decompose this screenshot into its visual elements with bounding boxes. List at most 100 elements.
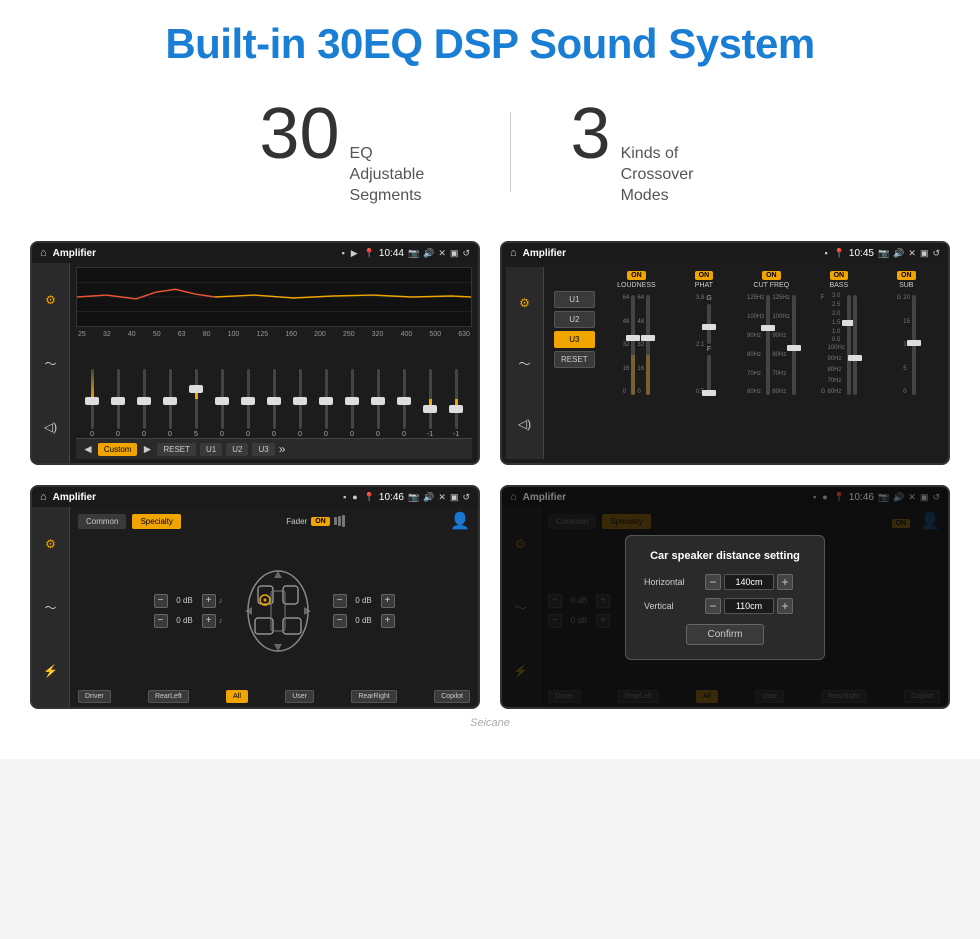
common-tab[interactable]: Common xyxy=(78,514,126,529)
slider-1[interactable]: 0 xyxy=(80,369,104,438)
horizontal-label: Horizontal xyxy=(644,577,699,587)
u1-preset[interactable]: U1 xyxy=(554,291,595,308)
screen3-sidebar: ⚙ 〜 ⚡ xyxy=(32,507,70,707)
next-arrow[interactable]: ► xyxy=(141,442,153,456)
loudness-label: LOUDNESS xyxy=(617,282,656,289)
home-icon2[interactable]: ⌂ xyxy=(510,247,517,259)
vertical-label: Vertical xyxy=(644,601,699,611)
wave-icon2[interactable]: 〜 xyxy=(518,355,530,372)
more-arrow[interactable]: » xyxy=(279,442,286,456)
u2-btn[interactable]: U2 xyxy=(226,443,248,456)
speaker-icon2[interactable]: ◁) xyxy=(518,417,531,431)
fader-on: ON xyxy=(311,517,330,526)
back-icon3[interactable]: ↺ xyxy=(462,492,470,503)
specialty-tab[interactable]: Specialty xyxy=(132,514,180,529)
minus-btn-br[interactable]: − xyxy=(333,614,347,628)
horizontal-input-group: − 140cm + xyxy=(705,574,793,590)
sub-channel: ON SUB G 20 15 10 xyxy=(875,271,938,395)
db-row-topleft: − 0 dB + ♪ xyxy=(154,594,223,608)
pin-icon: 📍 xyxy=(364,248,375,259)
rearleft-btn[interactable]: RearLeft xyxy=(148,690,189,703)
u3-preset[interactable]: U3 xyxy=(554,331,595,348)
pin-icon2: 📍 xyxy=(834,248,845,259)
volume-icon2: 🔊 xyxy=(893,248,904,259)
close-icon: ✕ xyxy=(438,248,446,259)
db-row-bottomright: − 0 dB + xyxy=(333,614,395,628)
driver-btn[interactable]: Driver xyxy=(78,690,111,703)
freq-25: 25 xyxy=(78,331,86,338)
bluetooth-icon[interactable]: ⚡ xyxy=(43,664,58,678)
back-icon[interactable]: ↺ xyxy=(462,248,470,259)
window-icon3: ▣ xyxy=(450,492,459,503)
all-btn[interactable]: All xyxy=(226,690,248,703)
u1-btn[interactable]: U1 xyxy=(200,443,222,456)
plus-btn-bl[interactable]: + xyxy=(202,614,216,628)
screen3-bottom: Driver RearLeft All User RearRight Copil… xyxy=(78,690,470,703)
copilot-btn[interactable]: Copilot xyxy=(434,690,470,703)
slider-4[interactable]: 0 xyxy=(158,369,182,438)
slider-3[interactable]: 0 xyxy=(132,369,156,438)
slider-7[interactable]: 0 xyxy=(236,369,260,438)
slider-6[interactable]: 0 xyxy=(210,369,234,438)
u2-preset[interactable]: U2 xyxy=(554,311,595,328)
slider-5[interactable]: 5 xyxy=(184,369,208,438)
user-icon[interactable]: 👤 xyxy=(450,511,470,531)
camera-icon3: 📷 xyxy=(408,492,419,503)
slider-13[interactable]: 0 xyxy=(392,369,416,438)
screen2-status-icons: 📍 10:45 📷 🔊 ✕ ▣ ↺ xyxy=(834,248,940,259)
freq-125: 125 xyxy=(256,331,268,338)
screen3-body: ⚙ 〜 ⚡ Common Specialty Fader ON xyxy=(32,507,478,707)
phat-on: ON xyxy=(695,271,714,280)
screen3-statusbar: ⌂ Amplifier ▪ ● 📍 10:46 📷 🔊 ✕ ▣ ↺ xyxy=(32,487,478,507)
slider-14[interactable]: -1 xyxy=(418,369,442,438)
back-icon2[interactable]: ↺ xyxy=(932,248,940,259)
slider-11[interactable]: 0 xyxy=(340,369,364,438)
eq-icon[interactable]: ⚙ xyxy=(45,293,56,307)
minus-btn-bl[interactable]: − xyxy=(154,614,168,628)
wave-icon3[interactable]: 〜 xyxy=(44,599,56,616)
confirm-button[interactable]: Confirm xyxy=(686,624,763,645)
slider-2[interactable]: 0 xyxy=(106,369,130,438)
screen1-body: ⚙ 〜 ◁) xyxy=(32,263,478,463)
phat-label: PHAT xyxy=(695,282,713,289)
u3-btn[interactable]: U3 xyxy=(252,443,274,456)
slider-10[interactable]: 0 xyxy=(314,369,338,438)
camera-icon: 📷 xyxy=(408,248,419,259)
vertical-row: Vertical − 110cm + xyxy=(644,598,806,614)
page-wrapper: Built-in 30EQ DSP Sound System 30 EQ Adj… xyxy=(0,0,980,759)
plus-btn-tr[interactable]: + xyxy=(381,594,395,608)
plus-btn-br[interactable]: + xyxy=(381,614,395,628)
custom-btn[interactable]: Custom xyxy=(98,443,138,456)
horizontal-value: 140cm xyxy=(724,574,774,590)
slider-8[interactable]: 0 xyxy=(262,369,286,438)
minus-btn-tr[interactable]: − xyxy=(333,594,347,608)
wave-icon[interactable]: 〜 xyxy=(44,355,56,372)
db-value-bl: 0 dB xyxy=(171,616,199,625)
prev-arrow[interactable]: ◄ xyxy=(82,442,94,456)
eq-icon2[interactable]: ⚙ xyxy=(519,296,530,310)
screen4-container: ⌂ Amplifier ▪ ● 📍 10:46 📷 🔊 ✕ ▣ ↺ ⚙ xyxy=(500,485,950,709)
slider-15[interactable]: -1 xyxy=(444,369,468,438)
vertical-plus[interactable]: + xyxy=(777,598,793,614)
horizontal-plus[interactable]: + xyxy=(777,574,793,590)
horizontal-minus[interactable]: − xyxy=(705,574,721,590)
slider-9[interactable]: 0 xyxy=(288,369,312,438)
reset-preset[interactable]: RESET xyxy=(554,351,595,368)
minus-btn-tl[interactable]: − xyxy=(154,594,168,608)
vertical-minus[interactable]: − xyxy=(705,598,721,614)
camera-icon2: 📷 xyxy=(878,248,889,259)
home-icon3[interactable]: ⌂ xyxy=(40,491,47,503)
eq-icon3[interactable]: ⚙ xyxy=(45,537,56,551)
cutfreq-channel: ON CUT FREQ 125Hz 100Hz 90Hz 80Hz 70Hz xyxy=(740,271,803,395)
slider-12[interactable]: 0 xyxy=(366,369,390,438)
home-icon[interactable]: ⌂ xyxy=(40,247,47,259)
screen1-status-icons: 📍 10:44 📷 🔊 ✕ ▣ ↺ xyxy=(364,248,470,259)
screen1-time: 10:44 xyxy=(379,248,404,259)
rearright-btn[interactable]: RearRight xyxy=(351,690,397,703)
speaker-icon[interactable]: ◁) xyxy=(44,420,57,434)
speaker-bl: ♪ xyxy=(219,616,223,625)
reset-btn[interactable]: RESET xyxy=(157,443,196,456)
freq-320: 320 xyxy=(372,331,384,338)
plus-btn-tl[interactable]: + xyxy=(202,594,216,608)
user-btn[interactable]: User xyxy=(285,690,314,703)
